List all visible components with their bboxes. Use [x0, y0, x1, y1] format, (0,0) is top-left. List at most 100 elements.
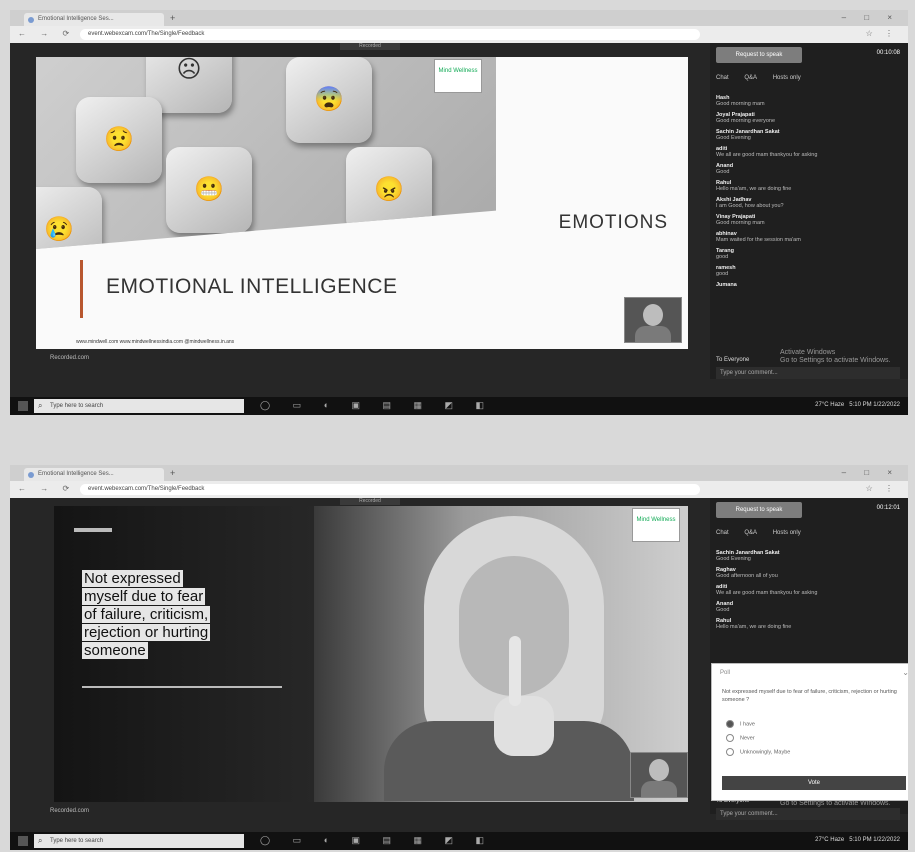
windows-taskbar: ⌕ Type here to search ◯ ▭ ◐ ▣ ▤ ▦ ◩ ◧ 27°… [10, 832, 908, 850]
poll-header: Poll [720, 670, 731, 676]
chat-message: Rahul Hello ma'am, we are doing fine [716, 180, 792, 192]
system-tray[interactable]: 27°C Haze 5:10 PM 1/22/2022 [815, 837, 900, 843]
radio-icon [726, 734, 734, 742]
url-field[interactable]: event.webexcam.com/The/Single/Feedback [80, 484, 700, 495]
new-tab-button[interactable]: + [170, 468, 175, 478]
chat-message: Joyal Prajapati Good morning everyone [716, 112, 776, 124]
search-icon: ⌕ [38, 836, 43, 845]
windows-start-icon[interactable] [18, 836, 28, 846]
window-controls[interactable]: – □ × [842, 13, 900, 22]
slide-label-bar [74, 528, 112, 532]
chat-message: Akshi Jadhav I am Good, how about you? [716, 197, 784, 209]
url-field[interactable]: event.webexcam.com/The/Single/Feedback [80, 29, 700, 40]
recording-indicator: Recorded [340, 498, 400, 505]
crying-die-icon: 😢 [36, 187, 102, 249]
recipient-selector[interactable]: To Everyone [716, 357, 749, 363]
presenter-body [641, 781, 677, 797]
tab-title: Emotional Intelligence Ses... [38, 16, 114, 22]
accent-bar [80, 260, 83, 318]
tab-qa[interactable]: Q&A [744, 75, 757, 81]
vote-button[interactable]: Vote [722, 776, 906, 790]
presenter-head [649, 759, 669, 781]
chat-message: ramesh good [716, 265, 736, 277]
request-to-speak-button[interactable]: Request to speak [716, 502, 802, 518]
taskbar-search[interactable]: ⌕ Type here to search [34, 399, 244, 413]
poll-option[interactable]: I have [726, 720, 755, 728]
slide-title: EMOTIONS [558, 212, 668, 233]
favicon-icon [28, 17, 34, 23]
tab-qa[interactable]: Q&A [744, 530, 757, 536]
favicon-icon [28, 472, 34, 478]
chat-messages: Hash Good morning mam Joyal Prajapati Good… [716, 95, 900, 293]
window-controls[interactable]: – □ × [842, 468, 900, 477]
request-to-speak-button[interactable]: Request to speak [716, 47, 802, 63]
activate-windows-watermark: Activate WindowsGo to Settings to activa… [780, 349, 891, 364]
chat-input[interactable]: Type your comment... [716, 367, 900, 379]
nav-buttons[interactable]: ← → ⟳ [18, 484, 75, 493]
chat-tabs: Chat Q&A Hosts only [716, 530, 815, 536]
session-timer: 00:12:01 [876, 505, 900, 511]
extension-icons[interactable]: ☆ ⋮ [866, 29, 898, 38]
chat-message: aditi We all are good mam thankyou for as… [716, 584, 818, 596]
tab-title: Emotional Intelligence Ses... [38, 471, 114, 477]
recording-source: Recorded.com [50, 808, 90, 814]
presentation-slide: ☹ 😨 😟 😬 😠 😢 Mind Wellness EMOTIONS EMOTI… [36, 57, 688, 349]
tab-chat[interactable]: Chat [716, 75, 729, 81]
quote-underline [82, 686, 282, 688]
poll-dialog: Poll ⌄ Not expressed myself due to fear … [711, 663, 908, 801]
worried-die-icon: 😟 [76, 97, 162, 183]
scared-die-icon: 😨 [286, 57, 372, 143]
tab-hosts-only[interactable]: Hosts only [773, 75, 801, 81]
session-timer: 00:10:08 [876, 50, 900, 56]
webinar-app: Recorded ☹ 😨 😟 😬 😠 😢 Mind Wellness EMOTI… [10, 43, 908, 397]
chat-message: Anand Good [716, 601, 734, 613]
poll-close-icon[interactable]: ⌄ [902, 668, 908, 677]
chat-message: Raghav Good afternoon all of you [716, 567, 778, 579]
address-bar-row: ← → ⟳ event.webexcam.com/The/Single/Feed… [10, 26, 908, 43]
chat-message: Sachin Janardhan Sakat Good Evening [716, 550, 780, 562]
radio-icon [726, 748, 734, 756]
browser-tab[interactable]: Emotional Intelligence Ses... [24, 468, 164, 481]
new-tab-button[interactable]: + [170, 13, 175, 23]
recording-source: Recorded.com [50, 355, 90, 361]
chat-message: aditi We all are good mam thankyou for as… [716, 146, 818, 158]
extension-icons[interactable]: ☆ ⋮ [866, 484, 898, 493]
chat-message: Anand Good [716, 163, 734, 175]
angry-die-icon: 😠 [346, 147, 432, 233]
browser-tab[interactable]: Emotional Intelligence Ses... [24, 13, 164, 26]
brand-logo: Mind Wellness [632, 508, 680, 542]
system-tray[interactable]: 27°C Haze 5:10 PM 1/22/2022 [815, 402, 900, 408]
chat-message: Jumana [716, 282, 737, 288]
chat-message: Vinay Prajapati Good morning mam [716, 214, 765, 226]
browser-tabbar: Emotional Intelligence Ses... + – □ × [10, 10, 908, 26]
poll-option[interactable]: Unknowingly, Maybe [726, 748, 790, 756]
nav-buttons[interactable]: ← → ⟳ [18, 29, 75, 38]
recording-indicator: Recorded [340, 43, 400, 50]
radio-selected-icon [726, 720, 734, 728]
poll-option[interactable]: Never [726, 734, 755, 742]
shush-finger [509, 636, 521, 706]
brand-logo: Mind Wellness [434, 59, 482, 93]
chat-tabs: Chat Q&A Hosts only [716, 75, 815, 81]
grimace-die-icon: 😬 [166, 147, 252, 233]
chat-message: abhinav Mam waited for the session ma'am [716, 231, 801, 243]
chat-messages: Sachin Janardhan Sakat Good Evening Ragha… [716, 550, 900, 635]
dice-image: ☹ 😨 😟 😬 😠 😢 [36, 57, 496, 249]
presentation-slide: Not expressed myself due to fear of fail… [54, 506, 688, 802]
address-bar-row: ← → ⟳ event.webexcam.com/The/Single/Feed… [10, 481, 908, 498]
windows-start-icon[interactable] [18, 401, 28, 411]
taskbar-app-icons[interactable]: ◯ ▭ ◐ ▣ ▤ ▦ ◩ ◧ [260, 835, 494, 846]
presenter-video[interactable] [624, 297, 682, 343]
photo-hand [494, 696, 554, 756]
tab-hosts-only[interactable]: Hosts only [773, 530, 801, 536]
taskbar-app-icons[interactable]: ◯ ▭ ◐ ▣ ▤ ▦ ◩ ◧ [260, 400, 494, 411]
taskbar-search[interactable]: ⌕ Type here to search [34, 834, 244, 848]
presenter-head [643, 304, 663, 326]
screenshot-top: Emotional Intelligence Ses... + – □ × ← … [10, 10, 908, 415]
presenter-video[interactable] [630, 752, 688, 798]
slide-footer: www.mindwell.com www.mindwellnessindia.c… [76, 339, 235, 345]
chat-sidebar: Request to speak 00:10:08 Chat Q&A Hosts… [710, 43, 908, 379]
chat-input[interactable]: Type your comment... [716, 808, 900, 820]
tab-chat[interactable]: Chat [716, 530, 729, 536]
slide-quote: Not expressed myself due to fear of fail… [82, 570, 211, 659]
